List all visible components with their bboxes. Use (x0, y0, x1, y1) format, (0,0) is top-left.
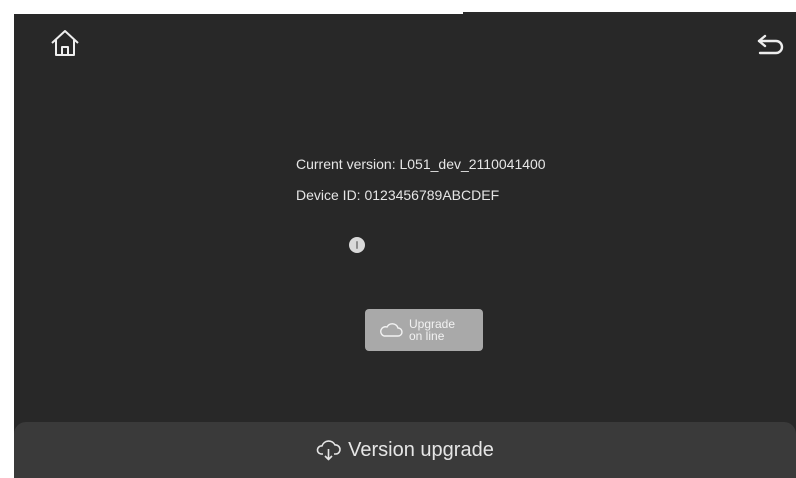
footer-bar: Version upgrade (14, 422, 796, 478)
back-arrow-icon (757, 34, 784, 55)
current-version-value: L051_dev_2110041400 (399, 156, 546, 172)
upgrade-online-button[interactable]: Upgrade on line (365, 309, 483, 351)
current-version-label: Current version: (296, 156, 396, 172)
device-id-value: 0123456789ABCDEF (364, 187, 500, 203)
device-id-row: Device ID: 0123456789ABCDEF (296, 185, 546, 205)
current-version-row: Current version: L051_dev_2110041400 (296, 154, 546, 174)
device-screen: Current version: L051_dev_2110041400 Dev… (14, 14, 796, 478)
upgrade-online-label: Upgrade on line (409, 317, 456, 343)
device-info: Current version: L051_dev_2110041400 Dev… (296, 154, 546, 216)
top-strip (463, 0, 796, 14)
footer-title: Version upgrade (348, 438, 494, 461)
cloud-icon (380, 323, 403, 337)
device-id-label: Device ID: (296, 187, 361, 203)
home-icon (51, 30, 79, 56)
cloud-download-icon (316, 440, 341, 461)
back-button[interactable] (754, 30, 788, 58)
home-button[interactable] (48, 26, 82, 60)
info-dot-icon (349, 237, 365, 253)
